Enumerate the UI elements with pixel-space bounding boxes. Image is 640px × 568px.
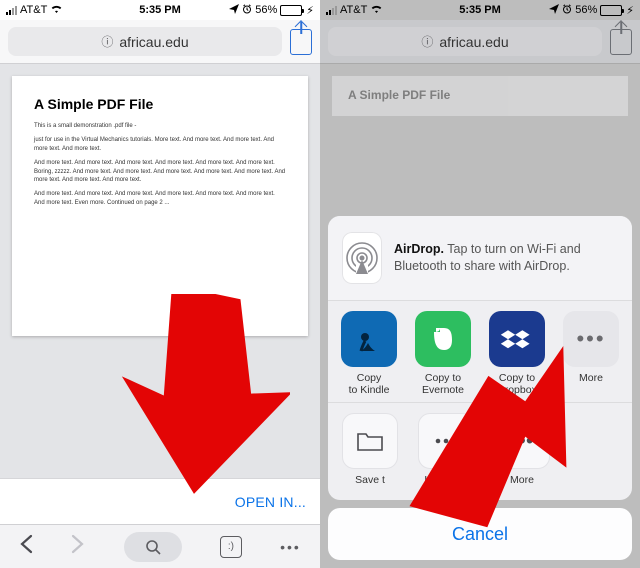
bottom-toolbar: :) •••	[0, 524, 320, 568]
alarm-icon	[242, 4, 252, 17]
open-in-button[interactable]: OPEN IN...	[235, 494, 306, 510]
alarm-icon	[562, 4, 572, 17]
battery-pct: 56%	[575, 4, 597, 16]
signal-icon	[6, 5, 17, 15]
back-button[interactable]	[19, 534, 33, 560]
charging-icon: ⚡︎	[626, 4, 634, 17]
airdrop-icon	[342, 232, 382, 284]
search-button[interactable]	[124, 532, 182, 562]
forward-button[interactable]	[71, 534, 85, 560]
app-label: More	[579, 372, 603, 384]
pdf-title-dimmed: A Simple PDF File	[332, 76, 628, 116]
location-icon	[549, 4, 559, 17]
url-domain: africau.edu	[439, 34, 508, 50]
battery-icon	[600, 5, 622, 16]
pdf-viewport[interactable]: A Simple PDF File This is a small demons…	[0, 64, 320, 524]
pdf-page: A Simple PDF File This is a small demons…	[12, 76, 308, 336]
battery-icon	[280, 5, 302, 16]
wifi-icon	[50, 4, 63, 17]
url-domain: africau.edu	[119, 34, 188, 50]
app-evernote[interactable]: Copy toEvernote	[406, 311, 480, 396]
url-field[interactable]: ⓘ africau.edu	[8, 27, 282, 56]
share-sheet: AirDrop. Tap to turn on Wi-Fi and Blueto…	[328, 216, 632, 560]
share-apps-row[interactable]: Copyto Kindle Copy toEvernote Copy toDro…	[328, 301, 632, 403]
action-more[interactable]: ••• More	[484, 413, 560, 486]
info-icon: ⓘ	[421, 33, 433, 50]
battery-pct: 56%	[255, 4, 277, 16]
status-bar: AT&T 5:35 PM 56% ⚡︎	[0, 0, 320, 20]
wifi-icon	[370, 4, 383, 17]
action-label: LastPass	[424, 474, 467, 486]
clock: 5:35 PM	[139, 4, 181, 16]
signal-icon	[326, 5, 337, 15]
info-icon: ⓘ	[101, 33, 113, 50]
share-icon[interactable]	[610, 29, 632, 55]
url-field[interactable]: ⓘ africau.edu	[328, 27, 602, 56]
app-dropbox[interactable]: Copy toDropbox	[480, 311, 554, 396]
share-actions-row[interactable]: Save t LastPass ••• More	[328, 403, 632, 500]
carrier-label: AT&T	[20, 4, 47, 16]
action-save[interactable]: Save t	[332, 413, 408, 486]
cancel-button[interactable]: Cancel	[328, 508, 632, 560]
app-kindle[interactable]: Copyto Kindle	[332, 311, 406, 396]
tabs-button[interactable]: :)	[220, 536, 242, 558]
pdf-title: A Simple PDF File	[34, 96, 286, 112]
airdrop-row[interactable]: AirDrop. Tap to turn on Wi-Fi and Blueto…	[328, 216, 632, 301]
more-button[interactable]: •••	[280, 539, 301, 555]
action-lastpass[interactable]: LastPass	[408, 413, 484, 486]
app-label: Copy toDropbox	[497, 372, 537, 396]
share-icon[interactable]	[290, 29, 312, 55]
open-in-bar: OPEN IN...	[0, 478, 320, 524]
carrier-label: AT&T	[340, 4, 367, 16]
clock: 5:35 PM	[459, 4, 501, 16]
url-bar: ⓘ africau.edu	[0, 20, 320, 64]
app-more[interactable]: ••• More	[554, 311, 628, 396]
airdrop-text: AirDrop. Tap to turn on Wi-Fi and Blueto…	[394, 241, 618, 275]
url-bar: ⓘ africau.edu	[320, 20, 640, 64]
charging-icon: ⚡︎	[306, 4, 314, 17]
app-label: Copyto Kindle	[349, 372, 390, 396]
app-label: Copy toEvernote	[422, 372, 464, 396]
location-icon	[229, 4, 239, 17]
status-bar: AT&T 5:35 PM 56% ⚡︎	[320, 0, 640, 20]
action-label: Save t	[355, 474, 385, 486]
action-label: More	[510, 474, 534, 486]
